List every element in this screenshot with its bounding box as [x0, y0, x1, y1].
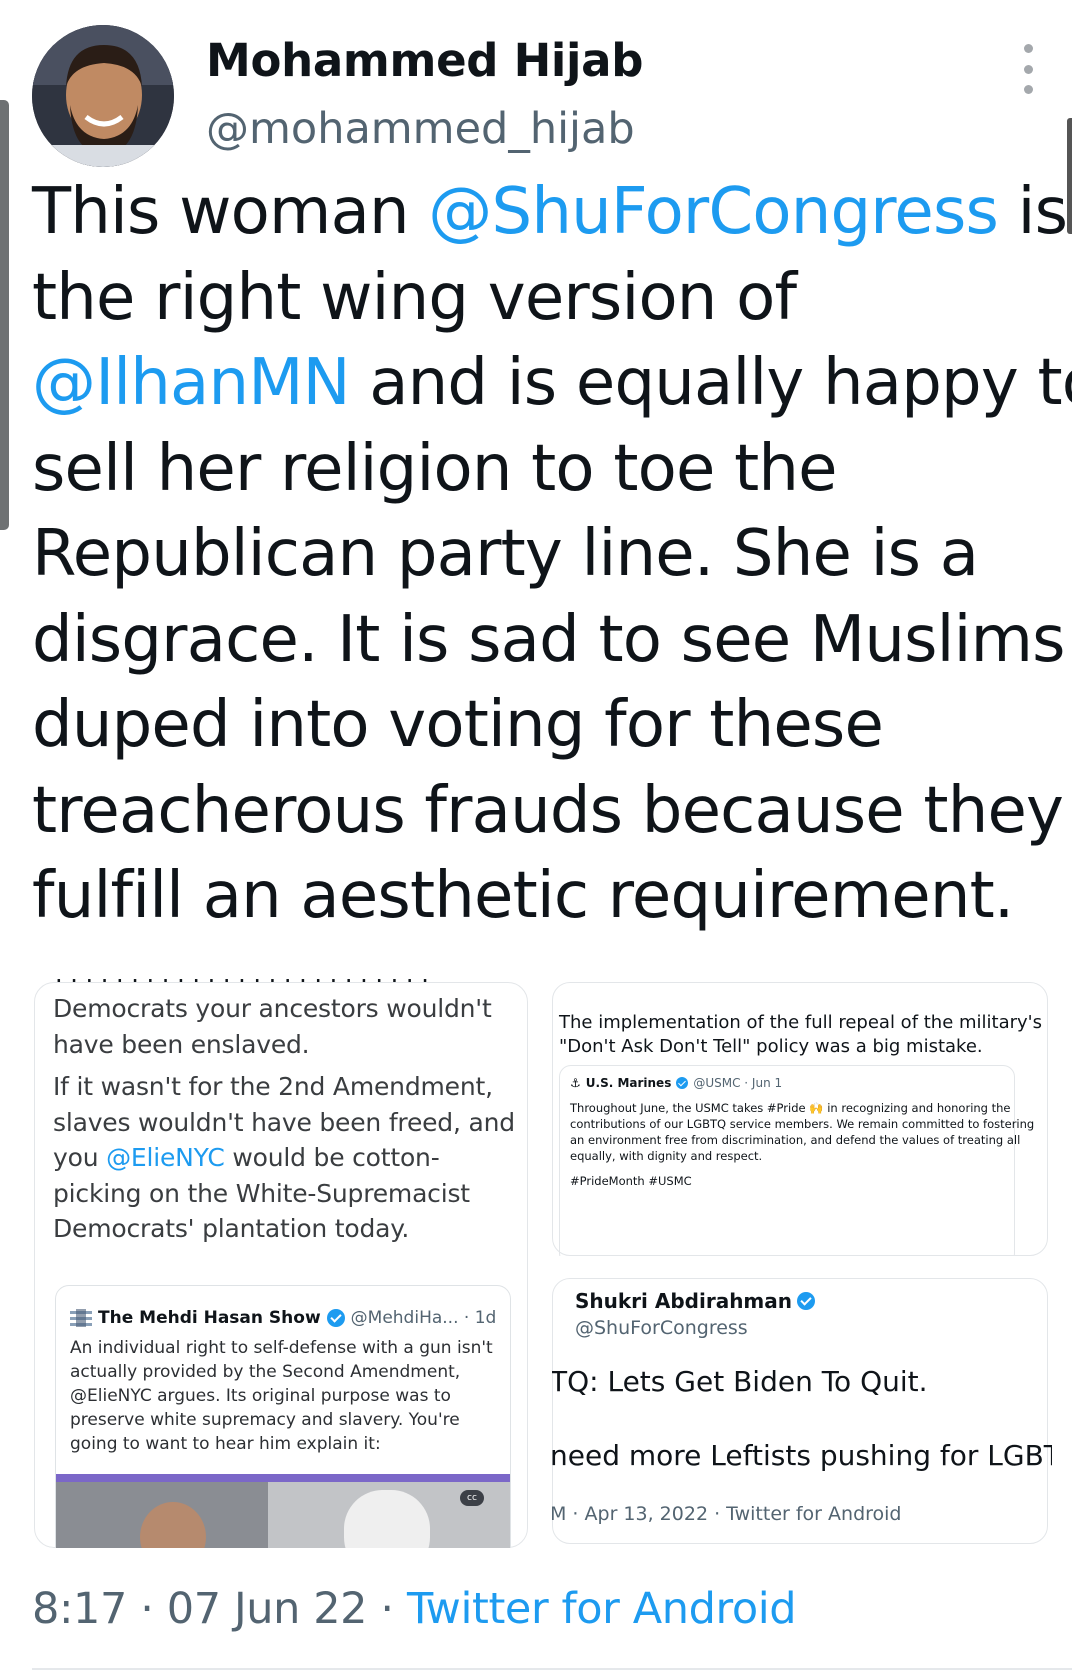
avatar-image: [32, 25, 174, 167]
verified-badge-icon: [676, 1077, 689, 1089]
tweet-text-line: disgrace. It is sad to see Muslims: [32, 598, 1065, 684]
mention-text: @ElieNYC: [106, 1143, 225, 1172]
text-line: If it wasn't for the 2nd Amendment,: [53, 1072, 493, 1101]
mention-link[interactable]: @IlhanMN: [32, 346, 351, 420]
screenshot-author-name-text: Shukri Abdirahman: [575, 1289, 793, 1313]
avatar[interactable]: [32, 25, 174, 167]
quote-card-video-thumbnail: cc: [56, 1474, 510, 1548]
verified-badge-icon: [326, 1309, 345, 1327]
embedded-quote-card: ⚓ U.S. Marines @USMC · Jun 1 Throughout …: [559, 1065, 1035, 1256]
text-line: have been enslaved.: [53, 1029, 310, 1059]
screenshot-text-line2: need more Leftists pushing for LGBTQ: [552, 1439, 1052, 1472]
text-line: slaves wouldn't have been freed, and: [53, 1107, 515, 1137]
screenshot-author-handle: @ShuForCongress: [575, 1317, 748, 1339]
tweet-text-line: fulfill an aesthetic requirement.: [32, 854, 1052, 940]
tweet-timestamp: 8:17 · 07 Jun 22 · Twitter for Android: [32, 1584, 797, 1634]
tweet-text-segment: duped into voting for these: [32, 688, 884, 762]
text-line: an environment free from discrimination,…: [570, 1133, 1021, 1147]
tweet-text-segment: treacherous frauds because they: [32, 773, 1064, 848]
media-image-right-bottom[interactable]: Shukri Abdirahman @ShuForCongress TQ: Le…: [552, 1278, 1052, 1548]
media-grid[interactable]: · · · · · · · · · · · · · · · · · · · · …: [32, 978, 1052, 1548]
text-line: Democrats your ancestors wouldn't: [53, 994, 492, 1023]
quoted-screenshot-frame: Shukri Abdirahman @ShuForCongress TQ: Le…: [552, 1278, 1052, 1544]
quote-card-handle: @USMC · Jun 1: [693, 1076, 783, 1090]
more-options-button[interactable]: [1010, 44, 1046, 94]
text-line: The implementation of the full repeal of…: [559, 1012, 1043, 1033]
tweet-text-line: @IlhanMN and is equally happy to: [32, 341, 1072, 427]
quote-card-author-name: The Mehdi Hasan Show: [98, 1308, 321, 1328]
tweet-text-line: This woman @ShuForCongress is: [32, 170, 1068, 256]
tweet-time: 8:17 · 07 Jun 22 ·: [32, 1584, 407, 1634]
tweet-text-segment: disgrace. It is sad to see Muslims: [32, 602, 1065, 677]
text-line: An individual right to self-defense with…: [70, 1338, 493, 1358]
screenshot-text: The implementation of the full repeal of…: [559, 1011, 1042, 1059]
media-image-right-top[interactable]: The implementation of the full repeal of…: [552, 978, 1052, 1256]
tweet-text: This woman @ShuForCongress is the right w…: [32, 170, 1072, 940]
scroll-indicator[interactable]: [0, 100, 9, 530]
tweet-source-link[interactable]: Twitter for Android: [407, 1584, 797, 1634]
text-line: contributions of our LGBTQ service membe…: [570, 1117, 1035, 1131]
text-line: picking on the White-Supremacist: [53, 1178, 470, 1208]
tweet-text-segment: fulfill an aesthetic requirement.: [32, 859, 1014, 933]
tweet-text-line: sell her religion to toe the: [32, 427, 1052, 513]
quote-card-author-name: U.S. Marines: [585, 1076, 672, 1090]
tweet-text-line: the right wing version of: [32, 256, 1052, 342]
text-line: equally, with dignity and respect.: [570, 1149, 763, 1163]
captions-icon: cc: [460, 1490, 484, 1506]
tweet-text-segment: This woman: [32, 175, 429, 249]
quote-card-handle: @MehdiHa... · 1d: [350, 1308, 497, 1328]
screenshot-text-line1: TQ: Lets Get Biden To Quit.: [552, 1365, 928, 1398]
more-dot-icon: [1023, 44, 1033, 53]
text-line: going to want to hear him explain it:: [70, 1434, 381, 1454]
quote-card-hashtags: #PrideMonth #USMC: [570, 1174, 692, 1188]
quote-card-body: An individual right to self-defense with…: [70, 1336, 500, 1456]
text-line: Throughout June, the USMC takes #Pride 🙌…: [570, 1101, 1011, 1115]
tweet-text-line: treacherous frauds because they: [32, 769, 1064, 855]
text-line: "Don't Ask Don't Tell" policy was a big …: [559, 1036, 983, 1057]
text-line: Democrats' plantation today.: [53, 1214, 410, 1243]
screenshot-timestamp: M · Apr 13, 2022 · Twitter for Android: [552, 1503, 902, 1525]
quote-card-body: Throughout June, the USMC takes #Pride 🙌…: [570, 1100, 1035, 1164]
screenshot-author-name: Shukri Abdirahman: [575, 1289, 816, 1313]
marines-emblem-icon: ⚓: [570, 1076, 581, 1090]
tweet-text-segment: Republican party line. She is a: [32, 517, 979, 591]
screenshot-text-para1: Democrats your ancestors wouldn't have be…: [53, 991, 492, 1062]
tweet-text-segment: and is equally happy to: [349, 346, 1072, 420]
tweet-text-segment: sell her religion to toe the: [32, 431, 838, 506]
divider: [32, 1668, 1072, 1670]
author-handle[interactable]: @mohammed_hijab: [206, 104, 635, 154]
author-name[interactable]: Mohammed Hijab: [206, 34, 643, 87]
tweet-text-segment: is: [998, 175, 1068, 249]
quote-card-header: The Mehdi Hasan Show @MehdiHa... · 1d: [70, 1308, 496, 1328]
tweet-text-segment: the right wing version of: [32, 260, 797, 335]
verified-badge-icon: [797, 1292, 816, 1310]
scroll-indicator-right[interactable]: [1067, 118, 1072, 234]
media-image-left[interactable]: · · · · · · · · · · · · · · · · · · · · …: [32, 978, 530, 1548]
text-line: you @ElieNYC would be cotton-: [53, 1143, 440, 1172]
tweet-text-line: Republican party line. She is a: [32, 512, 1052, 598]
more-dot-icon: [1023, 64, 1033, 74]
quote-card-header: ⚓ U.S. Marines @USMC · Jun 1: [570, 1076, 782, 1090]
text-line: preserve white supremacy and slavery. Yo…: [70, 1410, 460, 1430]
text-line: @ElieNYC argues. Its original purpose wa…: [70, 1386, 451, 1406]
mention-link[interactable]: @ShuForCongress: [428, 175, 999, 249]
tweet-text-line: duped into voting for these: [32, 683, 1052, 769]
quoted-screenshot-frame: The implementation of the full repeal of…: [552, 982, 1048, 1256]
text-line: actually provided by the Second Amendmen…: [70, 1362, 461, 1382]
embedded-quote-card: The Mehdi Hasan Show @MehdiHa... · 1d An…: [55, 1285, 511, 1548]
more-dot-icon: [1023, 85, 1033, 94]
show-logo-icon: [70, 1309, 92, 1327]
screenshot-text-para2: If it wasn't for the 2nd Amendment, slave…: [53, 1069, 515, 1247]
quoted-screenshot-frame: · · · · · · · · · · · · · · · · · · · · …: [34, 978, 528, 1548]
